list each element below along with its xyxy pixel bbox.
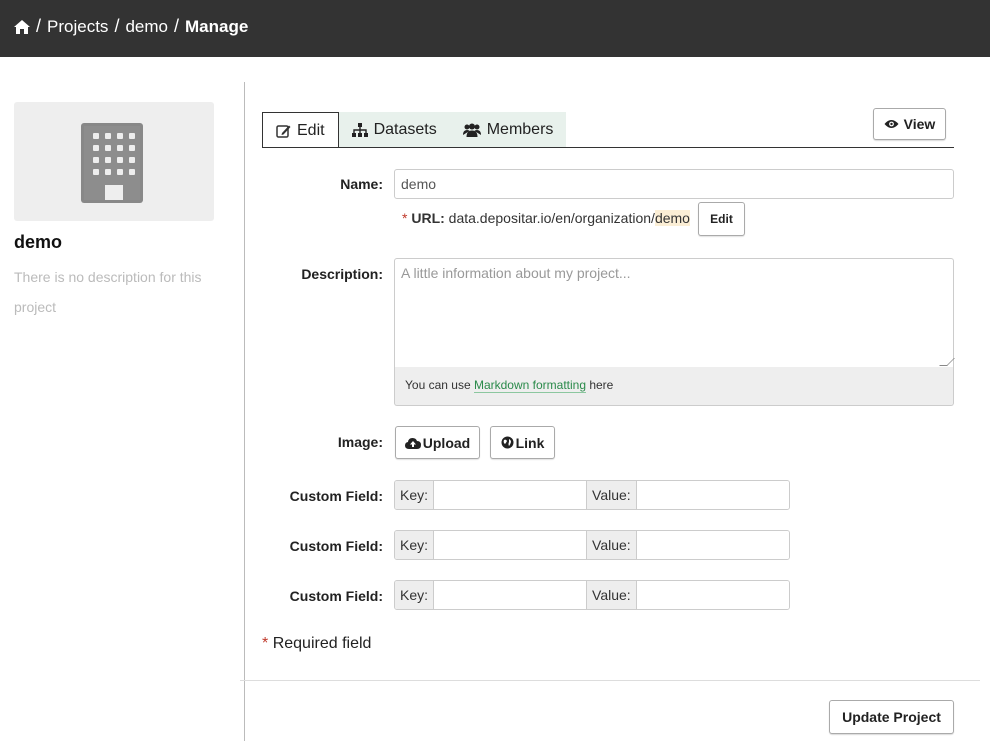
tab-members[interactable]: Members bbox=[449, 112, 567, 148]
tab-underline bbox=[262, 147, 954, 148]
cloud-upload-icon bbox=[404, 437, 421, 449]
required-star: * bbox=[402, 210, 408, 226]
update-project-button[interactable]: Update Project bbox=[829, 700, 954, 734]
globe-icon bbox=[501, 436, 514, 449]
breadcrumb-separator: / bbox=[114, 16, 120, 36]
key-input[interactable] bbox=[433, 581, 588, 609]
key-addon: Key: bbox=[395, 531, 434, 559]
name-label: Name: bbox=[340, 176, 383, 192]
breadcrumb-current: Manage bbox=[185, 16, 249, 36]
value-input[interactable] bbox=[635, 581, 789, 609]
url-slug: demo bbox=[654, 210, 690, 226]
markdown-link[interactable]: Markdown formatting bbox=[473, 378, 586, 393]
building-icon bbox=[81, 123, 143, 203]
markdown-hint-text: You can use bbox=[405, 378, 474, 392]
sitemap-icon bbox=[351, 123, 368, 137]
custom-field-row: Key: Value: bbox=[394, 580, 790, 610]
image-label: Image: bbox=[337, 434, 383, 450]
markdown-hint-text: here bbox=[586, 378, 614, 392]
value-addon: Value: bbox=[587, 531, 636, 559]
project-name: demo bbox=[14, 232, 63, 252]
breadcrumb: / Projects / demo / Manage bbox=[14, 16, 248, 37]
tab-label: Datasets bbox=[373, 121, 437, 138]
tab-label: Members bbox=[486, 121, 554, 138]
form-actions-divider bbox=[240, 680, 980, 681]
url-line: * URL: data.depositar.io/en/organization… bbox=[402, 210, 690, 226]
required-field-note: * Required field bbox=[262, 635, 371, 653]
breadcrumb-separator: / bbox=[173, 16, 179, 36]
top-bar: / Projects / demo / Manage bbox=[0, 0, 990, 57]
value-addon: Value: bbox=[587, 581, 636, 609]
tab-datasets[interactable]: Datasets bbox=[338, 112, 450, 148]
name-input[interactable]: demo bbox=[394, 169, 954, 199]
value-input[interactable] bbox=[635, 481, 789, 509]
key-input[interactable] bbox=[433, 531, 588, 559]
markdown-hint: You can use Markdown formatting here bbox=[394, 367, 954, 406]
project-image bbox=[14, 102, 214, 221]
link-label: Link bbox=[515, 434, 545, 451]
key-addon: Key: bbox=[395, 581, 434, 609]
custom-field-label: Custom Field: bbox=[289, 488, 383, 504]
value-input[interactable] bbox=[635, 531, 789, 559]
breadcrumb-projects[interactable]: Projects bbox=[47, 17, 108, 37]
description-textarea[interactable]: A little information about my project... bbox=[394, 258, 955, 368]
users-icon bbox=[462, 123, 481, 137]
view-button-label: View bbox=[903, 116, 936, 132]
required-field-text: Required field bbox=[272, 635, 372, 652]
breadcrumb-separator: / bbox=[36, 16, 42, 36]
description-label: Description: bbox=[301, 266, 383, 282]
tab-label: Edit bbox=[297, 121, 325, 139]
eye-icon bbox=[884, 120, 899, 128]
url-prefix: data.depositar.io/en/organization/ bbox=[448, 210, 655, 226]
breadcrumb-demo[interactable]: demo bbox=[125, 17, 168, 37]
key-input[interactable] bbox=[433, 481, 588, 509]
tab-edit[interactable]: Edit bbox=[262, 112, 339, 148]
custom-field-label: Custom Field: bbox=[289, 538, 383, 554]
value-addon: Value: bbox=[587, 481, 636, 509]
sidebar-divider bbox=[244, 82, 245, 741]
custom-field-row: Key: Value: bbox=[394, 480, 790, 510]
resize-handle[interactable] bbox=[939, 358, 955, 366]
upload-label: Upload bbox=[422, 434, 471, 451]
description-placeholder: A little information about my project... bbox=[401, 265, 631, 281]
link-button[interactable]: Link bbox=[490, 426, 555, 459]
key-addon: Key: bbox=[395, 481, 434, 509]
url-label: URL: bbox=[411, 210, 445, 226]
url-edit-button[interactable]: Edit bbox=[698, 202, 745, 236]
required-star: * bbox=[262, 635, 269, 652]
custom-field-label: Custom Field: bbox=[289, 588, 383, 604]
tab-bar: Edit Datasets Members bbox=[262, 112, 567, 148]
upload-button[interactable]: Upload bbox=[395, 426, 480, 459]
home-icon[interactable] bbox=[14, 19, 30, 34]
project-description: There is no description for this project bbox=[14, 269, 202, 315]
custom-field-row: Key: Value: bbox=[394, 530, 790, 560]
view-button[interactable]: View bbox=[873, 108, 946, 140]
edit-icon bbox=[276, 124, 291, 138]
